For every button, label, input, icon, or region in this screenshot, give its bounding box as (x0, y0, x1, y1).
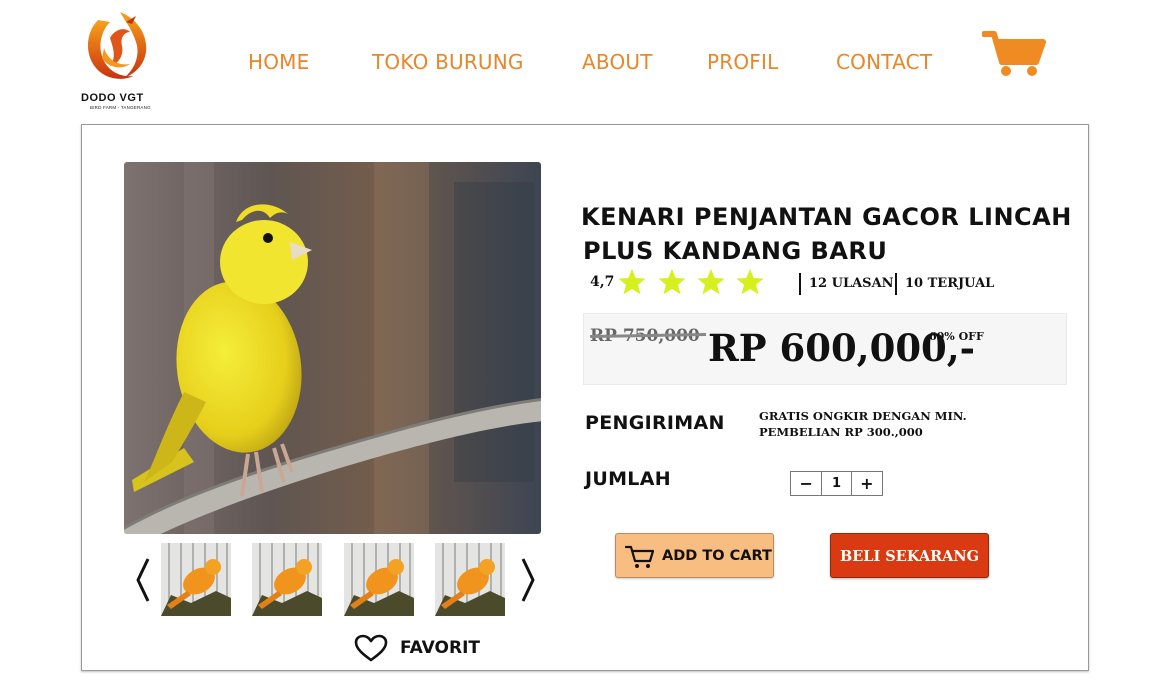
chevron-right-icon[interactable] (518, 557, 538, 603)
buy-now-button[interactable]: BELI SEKARANG (830, 533, 989, 578)
nav-contact[interactable]: CONTACT (836, 50, 932, 74)
product-title-line2: PLUS KANDANG BARU (583, 237, 888, 265)
divider (895, 273, 897, 295)
favorite-label: FAVORIT (400, 638, 480, 658)
add-to-cart-label: ADD TO CART (662, 548, 772, 564)
shipping-info-line1: GRATIS ONGKIR DENGAN MIN. (759, 409, 967, 423)
shopping-cart-icon (625, 545, 655, 568)
add-to-cart-button[interactable]: ADD TO CART (615, 533, 774, 578)
buy-now-label: BELI SEKARANG (839, 548, 980, 565)
shipping-info-line2: PEMBELIAN RP 300.,000 (759, 425, 923, 439)
cart-button[interactable] (981, 30, 1046, 78)
shipping-info: GRATIS ONGKIR DENGAN MIN. PEMBELIAN RP 3… (759, 408, 967, 440)
nav-home[interactable]: HOME (248, 50, 309, 74)
product-title: KENARI PENJANTAN GACOR LINCAH PLUS KANDA… (581, 200, 1072, 268)
star-icon (736, 269, 764, 295)
nav-toko-burung[interactable]: TOKO BURUNG (372, 50, 524, 74)
phoenix-logo-icon (87, 12, 147, 79)
divider (799, 273, 801, 295)
star-rating (618, 269, 786, 295)
star-icon (658, 269, 686, 295)
nav-profil[interactable]: PROFIL (707, 50, 778, 74)
brand-logo[interactable]: DODO VGT BIRD FARM - TANGERANG (80, 8, 160, 112)
product-main-image[interactable] (124, 162, 541, 534)
rating-value: 4,7 (590, 274, 615, 290)
review-count[interactable]: 12 ULASAN (809, 276, 894, 291)
price-box: RP 750,000 RP 600,000,- 60% OFF (583, 313, 1067, 385)
gallery-thumbnail[interactable] (344, 543, 414, 616)
quantity-input[interactable]: 1 (821, 472, 852, 495)
quantity-decrease-button[interactable]: − (791, 472, 822, 495)
canary-photo (124, 162, 541, 534)
gallery-thumbnail[interactable] (435, 543, 505, 616)
thumbnail-photo (252, 543, 322, 616)
brand-name: DODO VGT (81, 92, 144, 104)
thumbnail-photo (161, 543, 231, 616)
quantity-increase-button[interactable]: + (851, 472, 882, 495)
star-icon (697, 269, 725, 295)
thumbnail-photo (344, 543, 414, 616)
nav-about[interactable]: ABOUT (582, 50, 653, 74)
discount-badge: 60% OFF (929, 330, 984, 343)
gallery-thumbnail[interactable] (161, 543, 231, 616)
star-icon (618, 269, 646, 295)
brand-tagline: BIRD FARM - TANGERANG (90, 105, 151, 110)
shipping-label: PENGIRIMAN (585, 412, 725, 434)
product-title-line1: KENARI PENJANTAN GACOR LINCAH (581, 203, 1072, 231)
shopping-cart-icon (981, 31, 1046, 76)
heart-icon (354, 634, 388, 662)
quantity-label: JUMLAH (585, 468, 671, 490)
thumbnail-photo (435, 543, 505, 616)
quantity-stepper: − 1 + (790, 471, 883, 496)
half-star-icon (776, 269, 786, 295)
chevron-left-icon[interactable] (133, 557, 153, 603)
sold-count: 10 TERJUAL (905, 276, 995, 291)
gallery-thumbnail[interactable] (252, 543, 322, 616)
favorite-button[interactable]: FAVORIT (354, 632, 494, 664)
